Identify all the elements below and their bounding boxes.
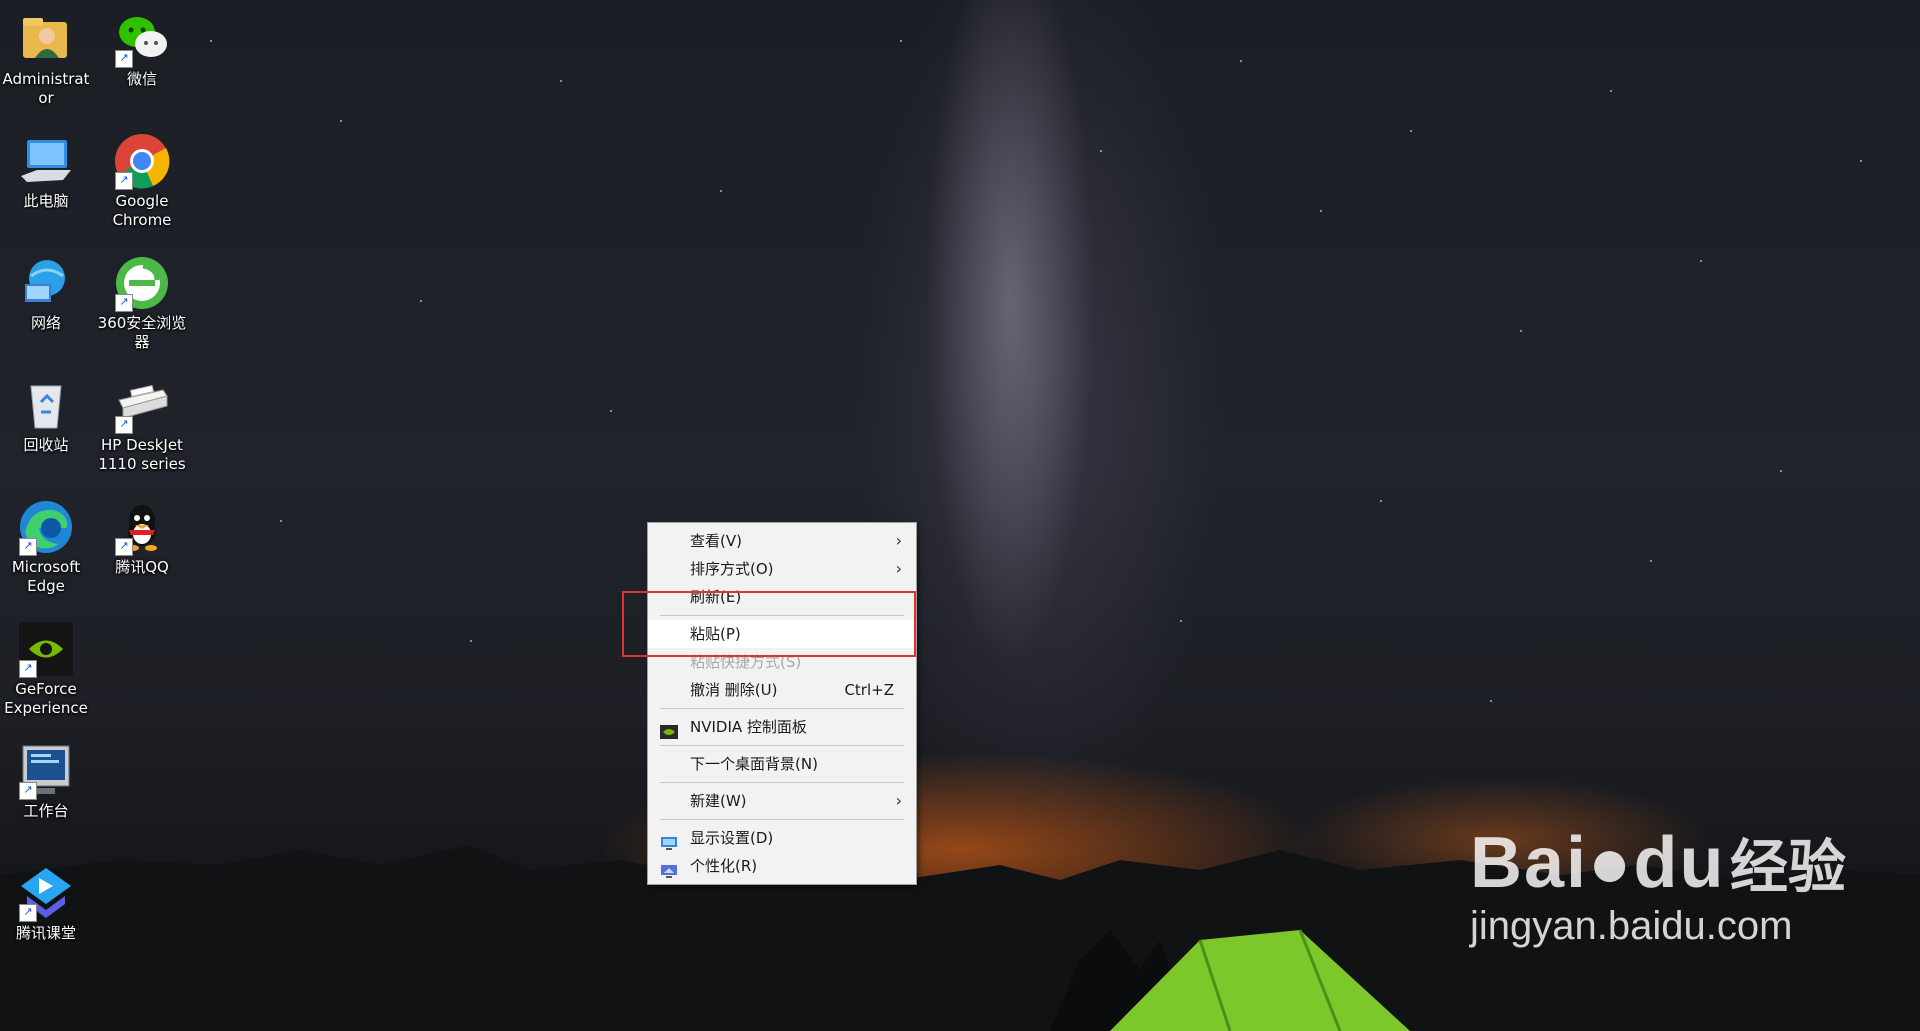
desktop-icon-label: Google Chrome [112, 192, 172, 229]
recycle-bin-icon [17, 376, 75, 434]
menu-item-label: 显示设置(D) [690, 829, 774, 847]
chevron-right-icon: › [895, 531, 902, 550]
shortcut-arrow-icon: ↗ [115, 538, 133, 556]
baidu-jingyan-watermark: Bai●du 经验 jingyan.baidu.com [1470, 820, 1846, 949]
menu-item-shortcut-key: Ctrl+Z [844, 681, 894, 699]
menu-item-label: NVIDIA 控制面板 [690, 718, 807, 736]
menu-item-new[interactable]: 新建(W) › [648, 787, 916, 815]
tencent-classroom-icon: ↗ [17, 864, 75, 922]
watermark-brand-suffix: du [1633, 823, 1726, 903]
desktop-icon-label: Administrator [2, 70, 90, 107]
menu-item-label: 排序方式(O) [690, 560, 774, 578]
desktop-icon-recycle-bin[interactable]: 回收站 [0, 376, 92, 455]
desktop-icon-network[interactable]: 网络 [0, 254, 92, 333]
desktop-icon-360-browser[interactable]: ↗ 360安全浏览器 [96, 254, 188, 352]
desktop-icon-label: 网络 [30, 314, 61, 332]
tent-graphic [1110, 929, 1410, 1031]
watermark-url: jingyan.baidu.com [1470, 904, 1793, 948]
desktop[interactable]: Administrator 此电脑 网络 回收站 ↗ Microsoft Edg… [0, 0, 1920, 1031]
geforce-icon: ↗ [17, 620, 75, 678]
printer-icon: ↗ [113, 376, 171, 434]
shortcut-arrow-icon: ↗ [115, 294, 133, 312]
desktop-icon-label: 回收站 [23, 436, 69, 454]
shortcut-arrow-icon: ↗ [115, 172, 133, 190]
menu-separator [660, 782, 904, 783]
menu-item-personalize[interactable]: 个性化(R) [648, 852, 916, 880]
menu-item-label: 新建(W) [690, 792, 747, 810]
menu-item-label: 查看(V) [690, 532, 742, 550]
shortcut-arrow-icon: ↗ [19, 538, 37, 556]
desktop-icon-label: Microsoft Edge [11, 558, 81, 595]
chrome-icon: ↗ [113, 132, 171, 190]
desktop-icon-wechat[interactable]: ↗ 微信 [96, 10, 188, 89]
chevron-right-icon: › [895, 791, 902, 810]
menu-item-view[interactable]: 查看(V) › [648, 527, 916, 555]
chevron-right-icon: › [895, 559, 902, 578]
this-pc-icon [17, 132, 75, 190]
shortcut-arrow-icon: ↗ [19, 904, 37, 922]
desktop-icon-label: 360安全浏览器 [97, 314, 187, 351]
qq-icon: ↗ [113, 498, 171, 556]
edge-icon: ↗ [17, 498, 75, 556]
shortcut-arrow-icon: ↗ [115, 50, 133, 68]
personalize-icon [660, 859, 678, 878]
menu-item-next-desktop-background[interactable]: 下一个桌面背景(N) [648, 750, 916, 778]
watermark-brand: Bai [1470, 823, 1589, 903]
desktop-icon-administrator[interactable]: Administrator [0, 10, 92, 108]
shortcut-arrow-icon: ↗ [19, 660, 37, 678]
menu-item-label: 撤消 删除(U) [690, 681, 778, 699]
menu-item-label: 下一个桌面背景(N) [690, 755, 818, 773]
workbench-icon: ↗ [17, 742, 75, 800]
desktop-icon-label: 微信 [126, 70, 157, 88]
menu-item-nvidia-control-panel[interactable]: NVIDIA 控制面板 [648, 713, 916, 741]
menu-item-display-settings[interactable]: 显示设置(D) [648, 824, 916, 852]
menu-item-label: 个性化(R) [690, 857, 758, 875]
annotation-highlight-box [622, 591, 916, 657]
menu-separator [660, 819, 904, 820]
desktop-icon-google-chrome[interactable]: ↗ Google Chrome [96, 132, 188, 230]
desktop-icon-tencent-qq[interactable]: ↗ 腾讯QQ [96, 498, 188, 577]
desktop-icon-label: 腾讯QQ [115, 558, 169, 576]
desktop-icon-hp-deskjet[interactable]: ↗ HP DeskJet 1110 series [96, 376, 188, 474]
desktop-icon-label: GeForce Experience [4, 680, 88, 717]
network-icon [17, 254, 75, 312]
menu-separator [660, 708, 904, 709]
desktop-icon-geforce-experience[interactable]: ↗ GeForce Experience [0, 620, 92, 718]
paw-icon: ● [1588, 823, 1634, 903]
desktop-context-menu: 查看(V) › 排序方式(O) › 刷新(E) 粘贴(P) 粘贴快捷方式(S) … [647, 522, 917, 885]
nvidia-icon [660, 720, 678, 739]
browser-360-icon: ↗ [113, 254, 171, 312]
wechat-icon: ↗ [113, 10, 171, 68]
watermark-brand-cn: 经验 [1729, 835, 1846, 900]
display-icon [660, 831, 678, 850]
desktop-icon-label: HP DeskJet 1110 series [98, 436, 186, 473]
menu-item-sort-by[interactable]: 排序方式(O) › [648, 555, 916, 583]
desktop-icon-microsoft-edge[interactable]: ↗ Microsoft Edge [0, 498, 92, 596]
desktop-icon-label: 此电脑 [23, 192, 69, 210]
menu-item-undo-delete[interactable]: 撤消 删除(U) Ctrl+Z [648, 676, 916, 704]
shortcut-arrow-icon: ↗ [115, 416, 133, 434]
desktop-icon-workbench[interactable]: ↗ 工作台 [0, 742, 92, 821]
desktop-icon-label: 腾讯课堂 [15, 924, 76, 942]
desktop-icon-this-pc[interactable]: 此电脑 [0, 132, 92, 211]
desktop-icon-tencent-classroom[interactable]: ↗ 腾讯课堂 [0, 864, 92, 943]
menu-separator [660, 745, 904, 746]
desktop-icon-label: 工作台 [23, 802, 69, 820]
user-folder-icon [17, 10, 75, 68]
shortcut-arrow-icon: ↗ [19, 782, 37, 800]
